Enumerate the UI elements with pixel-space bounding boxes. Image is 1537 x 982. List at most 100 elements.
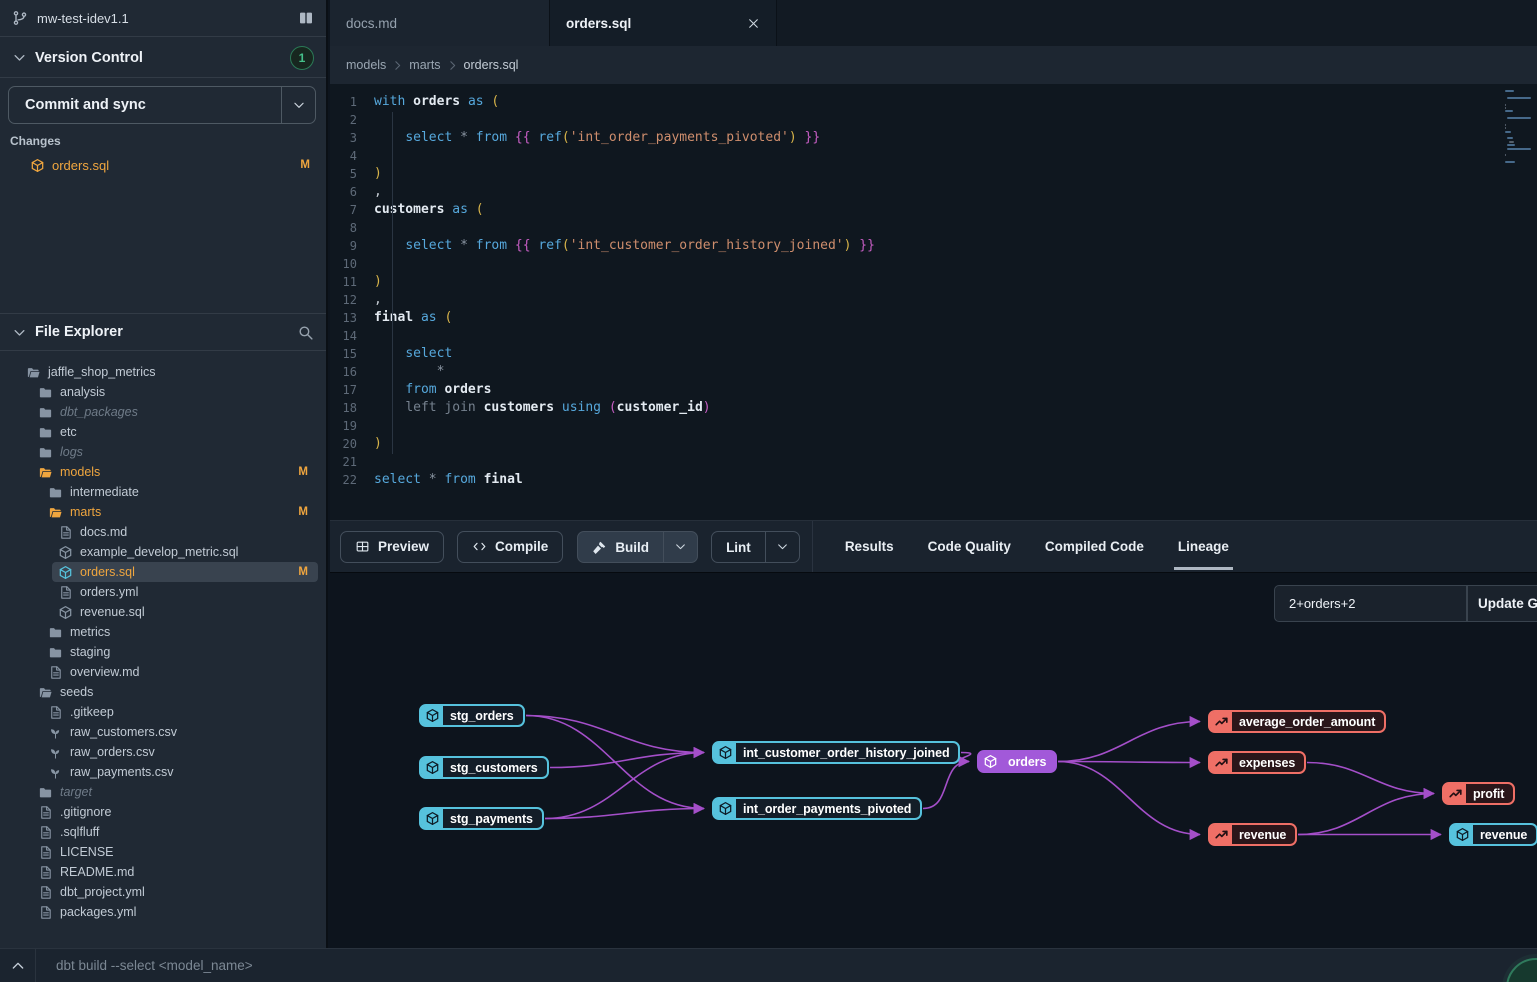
code-line[interactable]: 12, [330, 291, 1537, 309]
code-line[interactable]: 2 [330, 111, 1537, 129]
chevron-down-icon [674, 540, 687, 553]
code-editor[interactable]: 1with orders as (23 select * from {{ ref… [330, 84, 1537, 520]
tab-results[interactable]: Results [845, 521, 894, 572]
build-button[interactable]: Build [578, 532, 663, 563]
version-control-header[interactable]: Version Control 1 [0, 38, 326, 78]
file-tree-item-LICENSE[interactable]: LICENSE [0, 842, 326, 862]
breadcrumb-item[interactable]: orders.sql [464, 58, 519, 72]
code-line[interactable]: 10 [330, 255, 1537, 273]
tab-code-quality[interactable]: Code Quality [928, 521, 1011, 572]
commit-and-sync-button[interactable]: Commit and sync [8, 86, 316, 124]
file-tree-item-overview.md[interactable]: overview.md [0, 662, 326, 682]
dbt-command-input[interactable] [36, 949, 1537, 982]
code-line[interactable]: 3 select * from {{ ref('int_order_paymen… [330, 129, 1537, 147]
lineage-node-stg_payments[interactable]: stg_payments [419, 807, 544, 830]
file-tree-item-example_develop_metric.sql[interactable]: example_develop_metric.sql [0, 542, 326, 562]
lineage-node-orders[interactable]: orders [977, 750, 1057, 773]
folder-open-icon [38, 465, 53, 480]
file-name: staging [70, 645, 110, 659]
file-tree-item-raw_orders.csv[interactable]: raw_orders.csv [0, 742, 326, 762]
line-number: 14 [330, 327, 374, 345]
code-line[interactable]: 21 [330, 453, 1537, 471]
compile-button[interactable]: Compile [457, 531, 563, 563]
tab-orders-sql[interactable]: orders.sql [550, 0, 777, 46]
model-cube-icon [714, 799, 736, 818]
code-line[interactable]: 18 left join customers using (customer_i… [330, 399, 1537, 417]
commit-options-split[interactable] [281, 87, 315, 123]
file-tree-item-staging[interactable]: staging [0, 642, 326, 662]
breadcrumb-item[interactable]: models [346, 58, 386, 72]
code-line[interactable]: 6, [330, 183, 1537, 201]
lineage-node-revenue_model[interactable]: revenue [1449, 823, 1537, 846]
lineage-node-average_order_amount[interactable]: average_order_amount [1208, 710, 1386, 733]
breadcrumb-item[interactable]: marts [409, 58, 440, 72]
file-explorer-header[interactable]: File Explorer [0, 313, 326, 351]
code-line[interactable]: 20) [330, 435, 1537, 453]
code-line[interactable]: 14 [330, 327, 1537, 345]
close-tab-icon[interactable] [747, 17, 760, 30]
changed-file-orders.sql[interactable]: orders.sqlM [0, 154, 326, 176]
lineage-node-stg_orders[interactable]: stg_orders [419, 704, 525, 727]
code-line[interactable]: 7customers as ( [330, 201, 1537, 219]
search-icon[interactable] [297, 324, 314, 341]
code-line[interactable]: 9 select * from {{ ref('int_customer_ord… [330, 237, 1537, 255]
file-tree-item-logs[interactable]: logs [0, 442, 326, 462]
file-tree-item-jaffle_shop_metrics[interactable]: jaffle_shop_metrics [0, 362, 326, 382]
code-line[interactable]: 22select * from final [330, 471, 1537, 489]
file-tree-item-dbt_project.yml[interactable]: dbt_project.yml [0, 882, 326, 902]
tab-lineage[interactable]: Lineage [1178, 521, 1229, 572]
build-options-split[interactable] [663, 532, 697, 562]
code-line[interactable]: 4 [330, 147, 1537, 165]
file-tree-item-seeds[interactable]: seeds [0, 682, 326, 702]
file-tree-item-intermediate[interactable]: intermediate [0, 482, 326, 502]
file-tree-item-README.md[interactable]: README.md [0, 862, 326, 882]
file-tree-item-.gitignore[interactable]: .gitignore [0, 802, 326, 822]
code-line[interactable]: 17 from orders [330, 381, 1537, 399]
file-name: .gitignore [60, 805, 111, 819]
lineage-node-profit[interactable]: profit [1442, 782, 1515, 805]
code-line[interactable]: 11) [330, 273, 1537, 291]
lineage-node-int_order_payments_pivoted[interactable]: int_order_payments_pivoted [712, 797, 922, 820]
file-tree-item-.gitkeep[interactable]: .gitkeep [0, 702, 326, 722]
file-tree-item-models[interactable]: modelsM [0, 462, 326, 482]
code-line[interactable]: 19 [330, 417, 1537, 435]
code-line[interactable]: 5) [330, 165, 1537, 183]
update-graph-button[interactable]: Update Graph [1467, 585, 1537, 622]
code-line[interactable]: 15 select [330, 345, 1537, 363]
file-tree-item-orders.yml[interactable]: orders.yml [0, 582, 326, 602]
file-icon [38, 905, 53, 920]
code-line[interactable]: 8 [330, 219, 1537, 237]
editor-minimap[interactable] [1505, 90, 1531, 165]
file-tree-item-target[interactable]: target [0, 782, 326, 802]
lineage-selector-input[interactable] [1274, 585, 1467, 622]
layout-columns-icon[interactable] [298, 10, 314, 26]
lint-options-split[interactable] [765, 532, 799, 562]
lineage-node-revenue_metric[interactable]: revenue [1208, 823, 1297, 846]
file-name: analysis [60, 385, 105, 399]
file-tree-item-orders.sql[interactable]: orders.sqlM [52, 562, 318, 582]
file-tree-item-analysis[interactable]: analysis [0, 382, 326, 402]
file-tree-item-revenue.sql[interactable]: revenue.sql [0, 602, 326, 622]
file-tree-item-raw_payments.csv[interactable]: raw_payments.csv [0, 762, 326, 782]
lineage-node-int_customer_order_history_joined[interactable]: int_customer_order_history_joined [712, 741, 960, 764]
file-tree-item-etc[interactable]: etc [0, 422, 326, 442]
code-line[interactable]: 1with orders as ( [330, 93, 1537, 111]
branch-name[interactable]: mw-test-idev1.1 [37, 11, 289, 26]
file-tree-item-packages.yml[interactable]: packages.yml [0, 902, 326, 922]
lint-button[interactable]: Lint [712, 532, 765, 563]
file-tree-item-metrics[interactable]: metrics [0, 622, 326, 642]
preview-button[interactable]: Preview [340, 531, 444, 563]
code-line[interactable]: 16 * [330, 363, 1537, 381]
tab-compiled-code[interactable]: Compiled Code [1045, 521, 1144, 572]
cube-icon [58, 565, 73, 580]
file-tree-item-marts[interactable]: martsM [0, 502, 326, 522]
tab-docs-md[interactable]: docs.md [330, 0, 550, 46]
lineage-node-expenses[interactable]: expenses [1208, 751, 1306, 774]
file-tree-item-docs.md[interactable]: docs.md [0, 522, 326, 542]
file-tree-item-.sqlfluff[interactable]: .sqlfluff [0, 822, 326, 842]
file-tree-item-dbt_packages[interactable]: dbt_packages [0, 402, 326, 422]
file-tree-item-raw_customers.csv[interactable]: raw_customers.csv [0, 722, 326, 742]
code-line[interactable]: 13final as ( [330, 309, 1537, 327]
expand-command-bar-button[interactable] [0, 949, 36, 982]
lineage-node-stg_customers[interactable]: stg_customers [419, 756, 549, 779]
